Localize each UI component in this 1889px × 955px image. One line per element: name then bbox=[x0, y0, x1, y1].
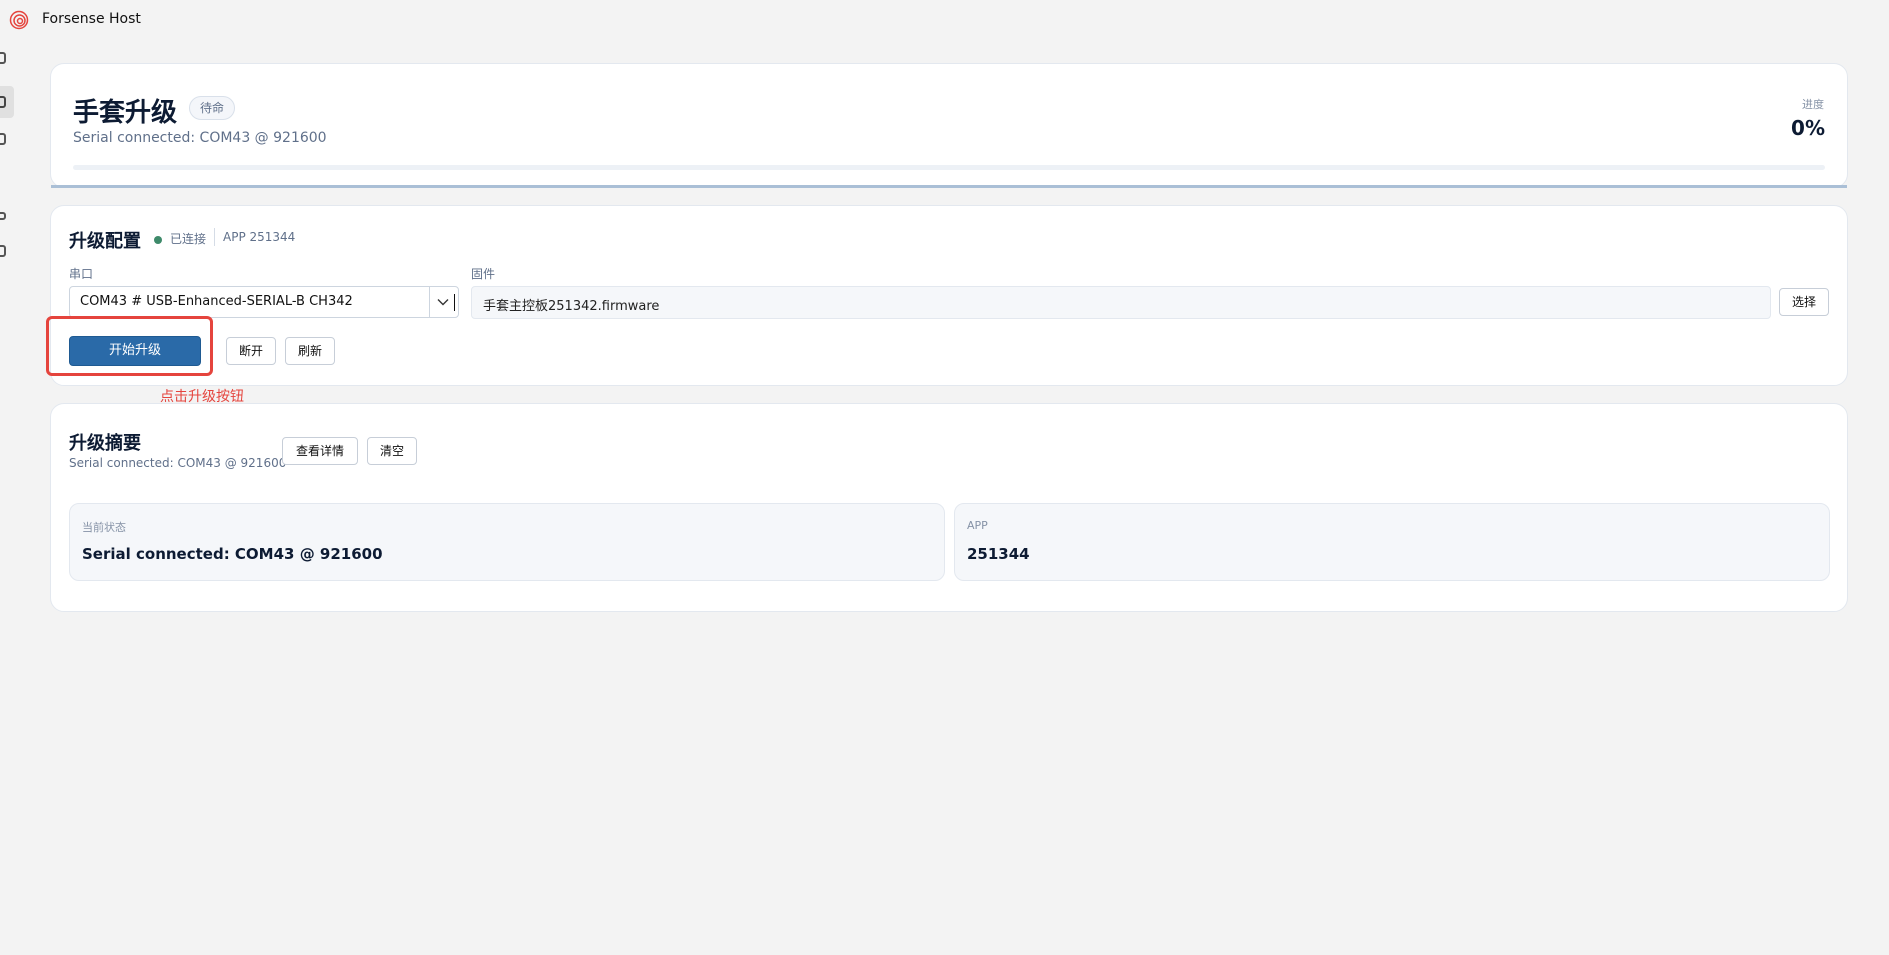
clear-button[interactable]: 清空 bbox=[367, 437, 417, 465]
sidebar-icon-settings[interactable] bbox=[0, 245, 6, 257]
progress-label: 进度 bbox=[1802, 98, 1824, 111]
port-value: COM43 # USB-Enhanced-SERIAL-B CH342 bbox=[80, 294, 353, 309]
firmware-path-field[interactable]: 手套主控板251342.firmware bbox=[471, 286, 1771, 319]
stat-label: 当前状态 bbox=[82, 521, 126, 534]
port-select[interactable]: COM43 # USB-Enhanced-SERIAL-B CH342 bbox=[69, 286, 459, 318]
status-divider bbox=[214, 228, 215, 246]
stat-app: APP 251344 bbox=[954, 503, 1830, 581]
title-bar: Forsense Host bbox=[0, 0, 1889, 40]
connection-status-dot bbox=[154, 236, 162, 244]
stat-value: Serial connected: COM43 @ 921600 bbox=[82, 545, 383, 563]
stat-label: APP bbox=[967, 519, 988, 532]
connection-subtitle: Serial connected: COM43 @ 921600 bbox=[73, 130, 327, 146]
refresh-button[interactable]: 刷新 bbox=[285, 337, 335, 365]
stat-value: 251344 bbox=[967, 545, 1030, 563]
sidebar-icon-tools[interactable] bbox=[0, 212, 6, 220]
progress-bar bbox=[73, 165, 1825, 170]
status-badge: 待命 bbox=[189, 96, 236, 120]
firmware-label: 固件 bbox=[471, 267, 496, 281]
firmware-path-value: 手套主控板251342.firmware bbox=[483, 299, 660, 314]
view-details-button[interactable]: 查看详情 bbox=[282, 437, 358, 465]
progress-value: 0% bbox=[1791, 116, 1825, 140]
header-divider bbox=[51, 185, 1847, 188]
app-title: Forsense Host bbox=[42, 11, 141, 27]
config-title: 升级配置 bbox=[69, 231, 141, 252]
sidebar-icon-home[interactable] bbox=[0, 52, 6, 64]
upgrade-header-card: 手套升级 待命 Serial connected: COM43 @ 921600… bbox=[50, 63, 1848, 188]
summary-title: 升级摘要 bbox=[69, 433, 141, 454]
sidebar-icon-upgrade[interactable] bbox=[0, 96, 6, 108]
disconnect-button[interactable]: 断开 bbox=[226, 337, 276, 365]
connection-status-text: 已连接 bbox=[170, 232, 207, 246]
text-caret bbox=[454, 294, 455, 311]
stat-current-status: 当前状态 Serial connected: COM43 @ 921600 bbox=[69, 503, 945, 581]
spiral-logo-icon bbox=[9, 10, 29, 30]
page-title: 手套升级 bbox=[73, 98, 178, 128]
upgrade-summary-card: 升级摘要 Serial connected: COM43 @ 921600 查看… bbox=[50, 403, 1848, 612]
select-separator bbox=[429, 287, 430, 317]
port-label: 串口 bbox=[69, 267, 94, 281]
annotation-highlight-box bbox=[46, 316, 213, 376]
choose-firmware-button[interactable]: 选择 bbox=[1779, 288, 1829, 316]
sidebar bbox=[0, 40, 16, 280]
app-version-text: APP 251344 bbox=[223, 230, 296, 244]
summary-subtitle: Serial connected: COM43 @ 921600 bbox=[69, 456, 287, 470]
sidebar-icon-device[interactable] bbox=[0, 133, 6, 145]
chevron-down-icon[interactable] bbox=[436, 295, 450, 309]
upgrade-config-card: 升级配置 已连接 APP 251344 串口 COM43 # USB-Enhan… bbox=[50, 205, 1848, 386]
